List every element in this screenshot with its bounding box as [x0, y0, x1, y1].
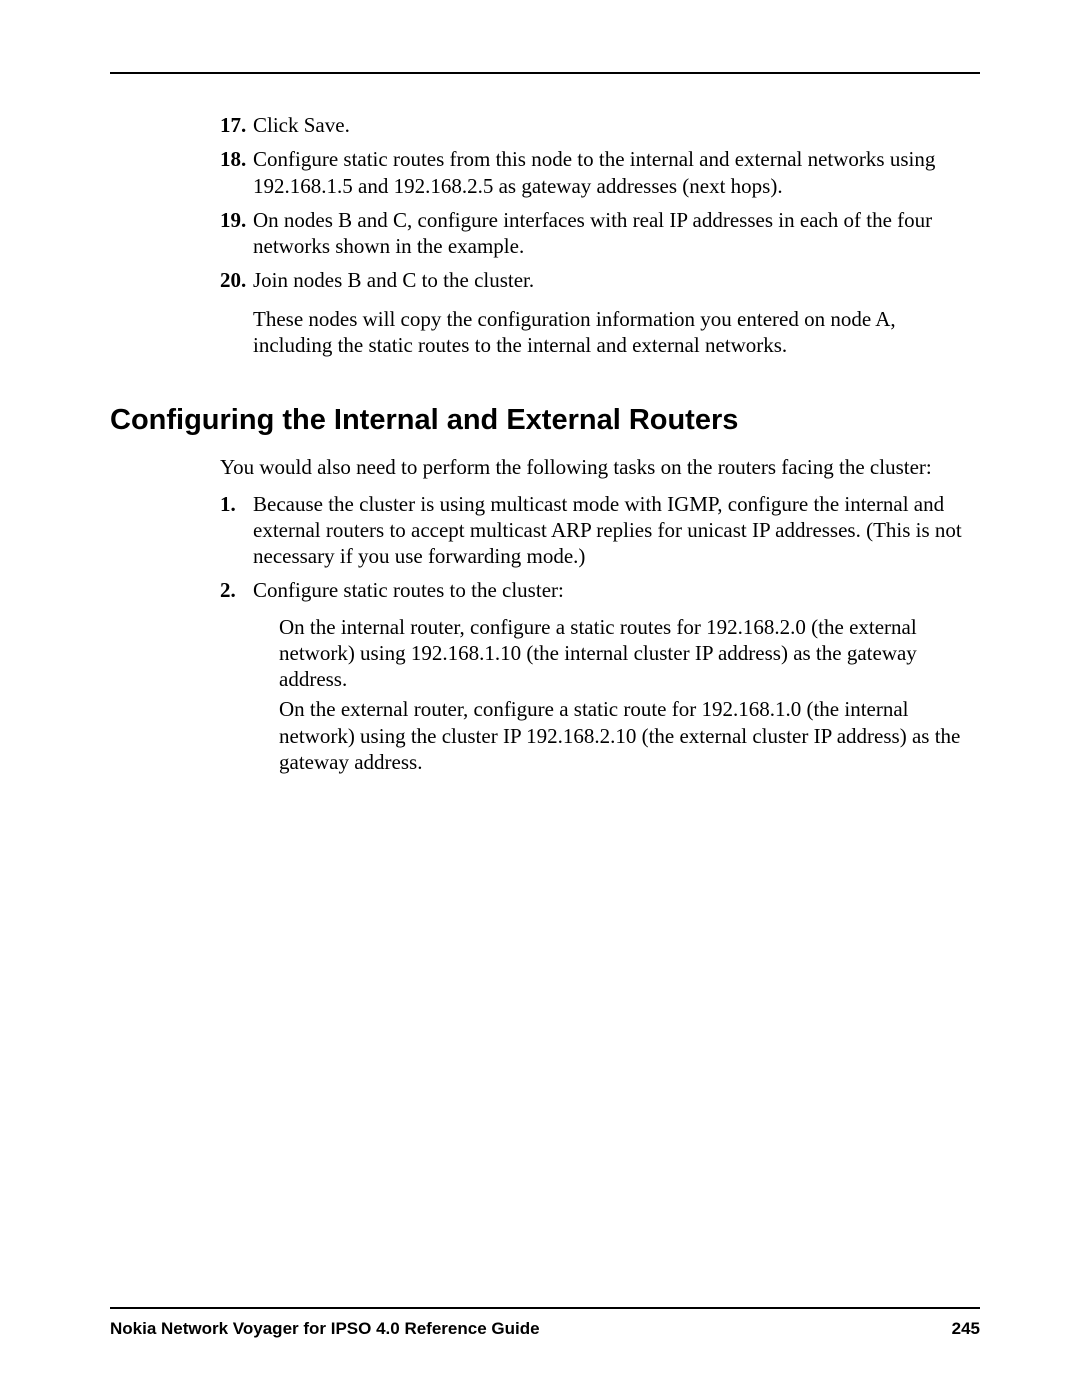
list-item: 20. Join nodes B and C to the cluster. T… — [220, 267, 980, 358]
sub-paragraph: On the external router, configure a stat… — [279, 696, 980, 775]
step-number: 18. — [220, 146, 246, 172]
step-number: 17. — [220, 112, 246, 138]
step-text: Join nodes B and C to the cluster. — [253, 267, 980, 293]
step-note: These nodes will copy the configuration … — [253, 306, 980, 359]
list-item: 17. Click Save. — [220, 112, 980, 138]
task-number: 2. — [220, 577, 236, 603]
list-item: 2. Configure static routes to the cluste… — [220, 577, 980, 775]
list-item: 19. On nodes B and C, configure interfac… — [220, 207, 980, 260]
task-text: Configure static routes to the cluster: — [253, 577, 980, 603]
section-heading: Configuring the Internal and External Ro… — [110, 402, 980, 438]
footer-rule — [110, 1307, 980, 1309]
step-number: 19. — [220, 207, 246, 233]
section-intro: You would also need to perform the follo… — [220, 454, 980, 480]
list-item: 1. Because the cluster is using multicas… — [220, 491, 980, 570]
step-text: Configure static routes from this node t… — [253, 146, 980, 199]
document-page: 17. Click Save. 18. Configure static rou… — [0, 0, 1080, 1397]
footer-title: Nokia Network Voyager for IPSO 4.0 Refer… — [110, 1319, 540, 1339]
step-text: Click Save. — [253, 112, 980, 138]
sub-paragraph: On the internal router, configure a stat… — [279, 614, 980, 693]
step-number: 20. — [220, 267, 246, 293]
top-rule — [110, 72, 980, 74]
list-item: 18. Configure static routes from this no… — [220, 146, 980, 199]
tasks-list: 1. Because the cluster is using multicas… — [220, 491, 980, 776]
task-text: Because the cluster is using multicast m… — [253, 491, 980, 570]
page-footer: Nokia Network Voyager for IPSO 4.0 Refer… — [110, 1307, 980, 1339]
footer-page-number: 245 — [952, 1319, 980, 1339]
step-text: On nodes B and C, configure interfaces w… — [253, 207, 980, 260]
footer-row: Nokia Network Voyager for IPSO 4.0 Refer… — [110, 1319, 980, 1339]
page-content: 17. Click Save. 18. Configure static rou… — [110, 112, 980, 775]
steps-list: 17. Click Save. 18. Configure static rou… — [220, 112, 980, 358]
task-subitems: On the internal router, configure a stat… — [279, 614, 980, 776]
task-number: 1. — [220, 491, 236, 517]
